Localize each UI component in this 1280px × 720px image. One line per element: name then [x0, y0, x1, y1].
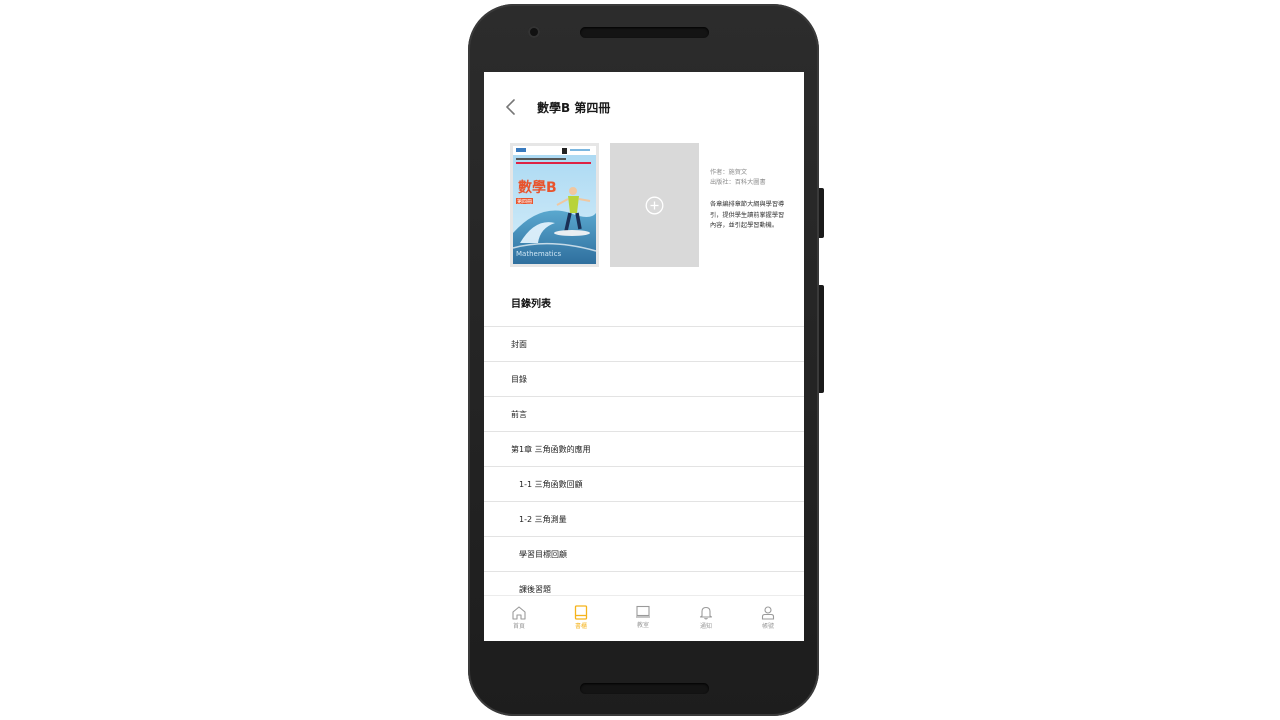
home-icon: [512, 606, 526, 620]
toc-item-contents[interactable]: 目錄: [484, 361, 804, 396]
nav-notifications[interactable]: 通知: [682, 602, 730, 630]
bottom-speaker: [580, 683, 709, 694]
toc-item-preface[interactable]: 前言: [484, 396, 804, 431]
header: 數學B 第四冊: [484, 72, 804, 142]
add-book-slot[interactable]: [610, 143, 699, 267]
bell-icon: [699, 606, 713, 620]
top-speaker: [580, 27, 709, 38]
front-camera: [528, 26, 540, 38]
power-button: [819, 188, 824, 238]
book-publisher: 出版社：百科大圖書: [710, 179, 766, 186]
toc-item-cover[interactable]: 封面: [484, 326, 804, 361]
book-cover[interactable]: 數學B 第四冊 Mathematics: [510, 143, 599, 267]
nav-account[interactable]: 帳號: [744, 602, 792, 630]
toc-item-chapter-1[interactable]: 第1章 三角函數的應用: [484, 431, 804, 466]
book-description: 各章編排章節大綱與學習導引，提供學生讀前掌握學習內容，並引起學習動機。: [710, 201, 785, 229]
nav-classroom-label: 教室: [636, 622, 649, 629]
add-circle-icon[interactable]: [645, 196, 664, 215]
nav-bookshelf[interactable]: 書櫃: [557, 602, 605, 630]
book-cover-illustration: [512, 146, 597, 264]
book-author: 作者：施賀文: [710, 169, 748, 176]
toc-heading: 目錄列表: [511, 299, 551, 310]
back-arrow-icon[interactable]: [504, 98, 518, 116]
nav-classroom[interactable]: 教室: [619, 602, 667, 629]
cover-title: 數學B: [518, 180, 557, 196]
toc-item-section-1-1[interactable]: 1-1 三角函數回顧: [484, 466, 804, 501]
app-screen: 數學B 第四冊 數學B 第四冊 Mathematics 作者：施賀文 出版社：百…: [484, 72, 804, 641]
nav-account-label: 帳號: [761, 623, 774, 630]
nav-home-label: 首頁: [512, 623, 525, 630]
nav-notifications-label: 通知: [699, 623, 712, 630]
bottom-navigation: 首頁 書櫃 教室 通知 帳號: [484, 595, 804, 641]
user-icon: [761, 606, 775, 620]
volume-button: [819, 285, 824, 393]
cover-subtitle: Mathematics: [516, 250, 562, 258]
page-title: 數學B 第四冊: [537, 101, 611, 115]
cover-volume: 第四冊: [517, 199, 533, 205]
toc-item-learning-review[interactable]: 學習目標回顧: [484, 536, 804, 571]
classroom-icon: [636, 605, 650, 618]
book-icon: [574, 605, 588, 620]
toc-item-section-1-2[interactable]: 1-2 三角測量: [484, 501, 804, 536]
nav-home[interactable]: 首頁: [495, 602, 543, 630]
nav-bookshelf-label: 書櫃: [574, 623, 587, 630]
book-meta: 作者：施賀文 出版社：百科大圖書: [710, 168, 790, 188]
toc-list: 封面 目錄 前言 第1章 三角函數的應用 1-1 三角函數回顧 1-2 三角測量…: [484, 326, 804, 606]
